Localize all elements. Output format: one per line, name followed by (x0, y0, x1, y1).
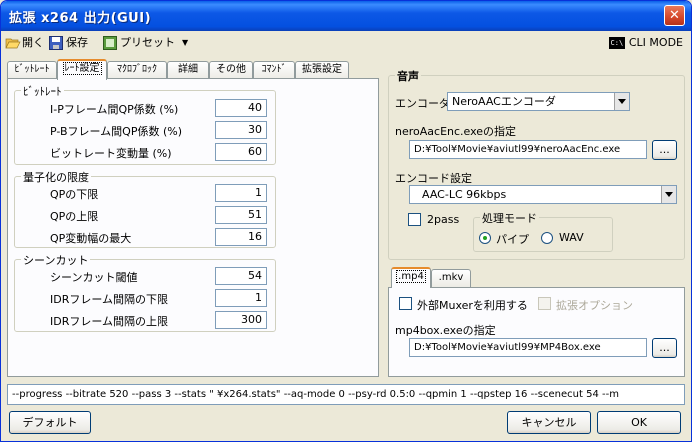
idr-min-field[interactable]: 1 (215, 289, 267, 307)
mux-panel: 外部Muxerを利用する 拡張オプション mp4box.exeの指定 D:¥To… (388, 287, 685, 377)
process-mode-title: 処理モード (480, 210, 539, 226)
pb-ratio-field[interactable]: 30 (215, 121, 267, 139)
console-icon: C:\ (608, 37, 625, 49)
floppy-save-icon (49, 36, 63, 50)
quantizer-group: 量子化の限度 QPの下限 1 QPの上限 51 QP変動幅の最大 16 (14, 169, 276, 248)
bitrate-variance-field[interactable]: 60 (215, 143, 267, 161)
qpmax-field[interactable]: 51 (215, 206, 267, 224)
mode-pipe-label: パイプ (496, 233, 529, 246)
mp4box-label: mp4box.exeの指定 (395, 324, 496, 337)
idr-min-label: IDRフレーム間隔の下限 (50, 293, 169, 306)
process-mode-group: 処理モード パイプ WAV (473, 210, 613, 252)
audio-encoder-select[interactable]: NeroAACエンコーダ (447, 92, 630, 111)
scenecut-threshold-field[interactable]: 54 (215, 267, 267, 285)
cancel-button[interactable]: キャンセル (507, 411, 591, 434)
bitrate-group-title: ﾋﾞｯﾄﾚｰﾄ (21, 83, 64, 99)
tab-rate-settings[interactable]: ﾚｰﾄ設定 (57, 59, 107, 80)
ok-button[interactable]: OK (597, 411, 681, 434)
encoder-exe-label: neroAacEnc.exeの指定 (395, 125, 517, 138)
scenecut-threshold-label: シーンカット閾値 (50, 271, 138, 284)
idr-max-label: IDRフレーム間隔の上限 (50, 315, 169, 328)
twopass-checkbox[interactable] (408, 213, 421, 226)
tab-mkv[interactable]: .mkv (431, 269, 471, 287)
qpmin-field[interactable]: 1 (215, 184, 267, 202)
qpmin-label: QPの下限 (50, 188, 99, 201)
qpstep-field[interactable]: 16 (215, 228, 267, 246)
tab-mp4[interactable]: .mp4 (391, 267, 431, 288)
preset-dropdown-button[interactable]: プリセット ▼ (103, 34, 188, 52)
ip-ratio-field[interactable]: 40 (215, 99, 267, 117)
tab-command[interactable]: ｺﾏﾝﾄﾞ (253, 61, 295, 79)
save-label: 保存 (66, 36, 88, 49)
rate-settings-panel: ﾋﾞｯﾄﾚｰﾄ I-Pフレーム間QP係数 (%) 40 P-Bフレーム間QP係数… (7, 78, 379, 377)
tab-details[interactable]: 詳細 (167, 61, 209, 79)
bitrate-variance-label: ビットレート変動量 (%) (50, 147, 172, 160)
mode-pipe-radio[interactable] (479, 232, 491, 244)
preset-label: プリセット (120, 36, 175, 49)
qpmax-label: QPの上限 (50, 210, 99, 223)
default-button[interactable]: デフォルト (9, 411, 91, 434)
external-muxer-checkbox[interactable] (399, 297, 412, 310)
tab-bitrate[interactable]: ﾋﾞｯﾄﾚｰﾄ (7, 61, 57, 79)
tab-other[interactable]: その他 (209, 61, 253, 79)
command-line-preview[interactable]: --progress --bitrate 520 --pass 3 --stat… (7, 384, 685, 405)
audio-group-title: 音声 (395, 68, 421, 84)
bitrate-group: ﾋﾞｯﾄﾚｰﾄ I-Pフレーム間QP係数 (%) 40 P-Bフレーム間QP係数… (14, 83, 276, 165)
chevron-down-icon (614, 93, 629, 110)
mp4box-path-field[interactable]: D:¥Tool¥Movie¥aviutl99¥MP4Box.exe (409, 338, 647, 357)
chevron-down-icon (661, 186, 676, 203)
toolbar: 開く 保存 プリセット ▼ C:\ CLI MODE (3, 32, 689, 54)
open-button[interactable]: 開く (5, 34, 44, 52)
ip-ratio-label: I-Pフレーム間QP係数 (%) (50, 103, 179, 116)
folder-open-icon (5, 36, 21, 50)
mode-wav-radio[interactable] (541, 232, 553, 244)
mode-wav-label: WAV (559, 231, 584, 244)
pb-ratio-label: P-Bフレーム間QP係数 (%) (50, 125, 183, 138)
save-button[interactable]: 保存 (49, 34, 88, 52)
mp4box-browse-button[interactable]: ... (652, 338, 677, 358)
tab-macroblock[interactable]: ﾏｸﾛﾌﾞﾛｯｸ (107, 61, 167, 79)
cli-mode-label: CLI MODE (628, 36, 683, 49)
ext-option-checkbox[interactable] (538, 297, 551, 310)
main-window: 拡張 x264 出力(GUI) ✕ 開く 保存 プリセット ▼ C:\ CLI … (0, 0, 692, 442)
twopass-label: 2pass (427, 213, 460, 226)
qpstep-label: QP変動幅の最大 (50, 232, 132, 245)
encode-setting-select[interactable]: AAC-LC 96kbps (409, 185, 677, 204)
open-label: 開く (22, 36, 44, 49)
chevron-down-icon: ▼ (182, 38, 189, 47)
title-bar: 拡張 x264 出力(GUI) ✕ (1, 1, 691, 31)
quantizer-group-title: 量子化の限度 (21, 169, 91, 185)
close-button[interactable]: ✕ (664, 5, 685, 26)
encoder-exe-browse-button[interactable]: ... (652, 140, 677, 160)
audio-encoder-label: エンコーダ (395, 97, 450, 110)
scenecut-group-title: シーンカット (21, 252, 91, 268)
encode-setting-label: エンコード設定 (395, 172, 472, 185)
encoder-exe-path-field[interactable]: D:¥Tool¥Movie¥aviutl99¥neroAacEnc.exe (409, 140, 647, 159)
tab-extended[interactable]: 拡張設定 (295, 61, 349, 79)
external-muxer-label: 外部Muxerを利用する (417, 299, 528, 312)
idr-max-field[interactable]: 300 (215, 311, 267, 329)
scenecut-group: シーンカット シーンカット閾値 54 IDRフレーム間隔の下限 1 IDRフレー… (14, 252, 276, 332)
ext-option-label: 拡張オプション (556, 299, 633, 312)
preset-icon (103, 36, 117, 50)
window-title: 拡張 x264 出力(GUI) (9, 11, 152, 26)
cli-mode-button[interactable]: C:\ CLI MODE (608, 35, 683, 51)
audio-group: 音声 エンコーダ NeroAACエンコーダ neroAacEnc.exeの指定 … (388, 68, 685, 260)
